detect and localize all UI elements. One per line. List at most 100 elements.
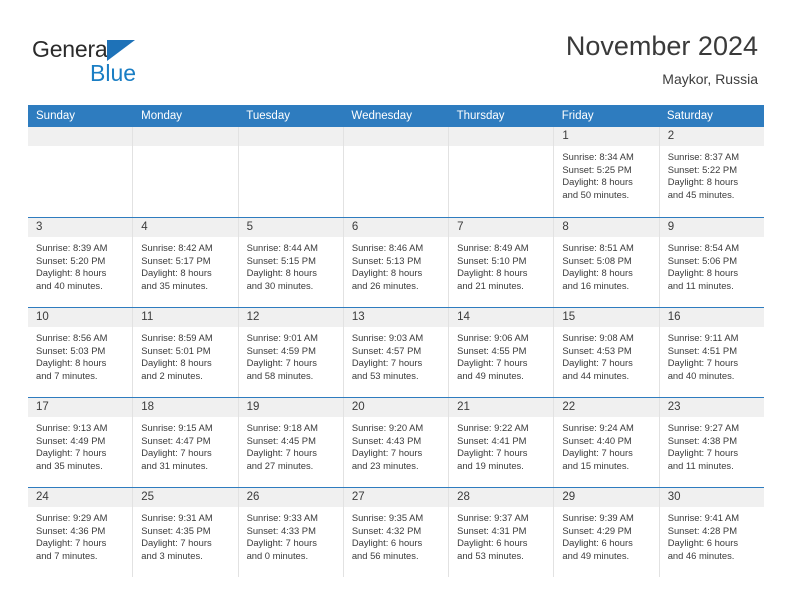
day-sun-info: Sunrise: 9:27 AM Sunset: 4:38 PM Daylight:… <box>660 417 764 472</box>
day-daylight-line1-text: Daylight: 7 hours <box>141 447 212 459</box>
day-sun-info: Sunrise: 8:34 AM Sunset: 5:25 PM Daylight:… <box>554 146 658 201</box>
day-daylight-line1-text: Daylight: 7 hours <box>351 357 423 369</box>
day-cell[interactable]: 6 Sunrise: 8:46 AM Sunset: 5:13 PM Daylight… <box>343 218 450 307</box>
day-cell[interactable]: 9 Sunrise: 8:54 AM Sunset: 5:06 PM Daylight… <box>659 218 764 307</box>
day-cell[interactable]: 10 Sunrise: 8:56 AM Sunset: 5:03 PM Dayligh… <box>28 308 134 397</box>
day-cell[interactable]: 22 Sunrise: 9:24 AM Sunset: 4:40 PM Dayligh… <box>554 398 660 487</box>
day-sunrise-text: Sunrise: 9:06 AM <box>457 332 529 343</box>
day-daylight-line2-text: and 3 minutes. <box>141 549 203 561</box>
day-sun-info: Sunrise: 9:41 AM Sunset: 4:28 PM Daylight:… <box>660 507 764 562</box>
day-cell[interactable]: 11 Sunrise: 8:59 AM Sunset: 5:01 PM Dayligh… <box>133 308 239 397</box>
day-daylight-line2-text: and 16 minutes. <box>562 279 630 291</box>
day-cell-empty <box>238 127 344 217</box>
day-number: 4 <box>133 218 238 237</box>
day-sunrise-text: Sunrise: 9:18 AM <box>246 422 318 433</box>
day-daylight-line2-text: and 40 minutes. <box>667 369 735 381</box>
day-cell-empty <box>28 127 134 217</box>
day-daylight-line1-text: Daylight: 7 hours <box>246 447 317 459</box>
day-sunrise-text: Sunrise: 9:08 AM <box>562 332 634 343</box>
day-daylight-line1-text: Daylight: 6 hours <box>667 537 739 549</box>
day-cell[interactable]: 21 Sunrise: 9:22 AM Sunset: 4:41 PM Dayligh… <box>449 398 555 487</box>
day-daylight-line2-text: and 11 minutes. <box>667 459 734 471</box>
day-sun-info: Sunrise: 9:08 AM Sunset: 4:53 PM Daylight:… <box>554 327 658 382</box>
day-cell[interactable]: 15 Sunrise: 9:08 AM Sunset: 4:53 PM Dayligh… <box>554 308 660 397</box>
day-sunset-text: Sunset: 4:41 PM <box>457 434 527 446</box>
day-cell[interactable]: 7 Sunrise: 8:49 AM Sunset: 5:10 PM Daylight… <box>449 218 555 307</box>
calendar-page: General Blue November 2024 Maykor, Russi… <box>0 0 792 612</box>
calendar-week-row: 24 Sunrise: 9:29 AM Sunset: 4:36 PM Dayligh… <box>28 487 764 577</box>
day-cell[interactable]: 1 Sunrise: 8:34 AM Sunset: 5:25 PM Daylight… <box>554 127 660 217</box>
day-sun-info: Sunrise: 8:59 AM Sunset: 5:01 PM Daylight:… <box>133 327 237 382</box>
day-cell[interactable]: 19 Sunrise: 9:18 AM Sunset: 4:45 PM Dayligh… <box>238 398 344 487</box>
day-cell[interactable]: 30 Sunrise: 9:41 AM Sunset: 4:28 PM Dayligh… <box>659 488 764 577</box>
day-daylight-line2-text: and 19 minutes. <box>457 459 524 471</box>
day-sunset-text: Sunset: 4:31 PM <box>457 524 527 536</box>
day-cell[interactable]: 3 Sunrise: 8:39 AM Sunset: 5:20 PM Daylight… <box>28 218 134 307</box>
day-sunrise-text: Sunrise: 9:27 AM <box>667 422 740 433</box>
day-number: 6 <box>343 218 449 237</box>
general-blue-logo[interactable]: General Blue <box>32 36 232 92</box>
day-cell[interactable]: 20 Sunrise: 9:20 AM Sunset: 4:43 PM Dayligh… <box>343 398 450 487</box>
day-cell[interactable]: 18 Sunrise: 9:15 AM Sunset: 4:47 PM Dayligh… <box>133 398 239 487</box>
day-cell[interactable]: 8 Sunrise: 8:51 AM Sunset: 5:08 PM Daylight… <box>554 218 660 307</box>
day-daylight-line1-text: Daylight: 8 hours <box>36 357 107 369</box>
day-sun-info: Sunrise: 9:29 AM Sunset: 4:36 PM Daylight:… <box>28 507 132 562</box>
calendar-grid: Sunday Monday Tuesday Wednesday Thursday Frid… <box>28 105 764 577</box>
day-sunrise-text: Sunrise: 9:29 AM <box>36 512 108 523</box>
day-sunset-text: Sunset: 4:33 PM <box>246 524 316 536</box>
day-sunrise-text: Sunrise: 9:03 AM <box>351 332 424 343</box>
day-daylight-line2-text: and 2 minutes. <box>141 369 203 381</box>
day-daylight-line2-text: and 23 minutes. <box>351 459 419 471</box>
day-cell[interactable]: 24 Sunrise: 9:29 AM Sunset: 4:36 PM Dayligh… <box>28 488 134 577</box>
calendar-week-row: 3 Sunrise: 8:39 AM Sunset: 5:20 PM Daylight… <box>28 217 764 307</box>
day-daylight-line1-text: Daylight: 8 hours <box>457 267 528 279</box>
day-sunrise-text: Sunrise: 9:37 AM <box>457 512 529 523</box>
day-sun-info: Sunrise: 8:49 AM Sunset: 5:10 PM Daylight:… <box>449 237 553 292</box>
day-cell[interactable]: 29 Sunrise: 9:39 AM Sunset: 4:29 PM Dayligh… <box>554 488 660 577</box>
day-sun-info: Sunrise: 8:54 AM Sunset: 5:06 PM Daylight:… <box>660 237 764 292</box>
day-daylight-line2-text: and 49 minutes. <box>457 369 524 381</box>
day-daylight-line1-text: Daylight: 8 hours <box>667 267 739 279</box>
day-daylight-line2-text: and 40 minutes. <box>36 279 103 291</box>
day-daylight-line1-text: Daylight: 7 hours <box>562 447 633 459</box>
day-number: 16 <box>659 308 764 327</box>
day-sunrise-text: Sunrise: 9:11 AM <box>667 332 739 343</box>
day-cell[interactable]: 13 Sunrise: 9:03 AM Sunset: 4:57 PM Dayligh… <box>343 308 450 397</box>
day-number: 8 <box>554 218 659 237</box>
day-cell[interactable]: 2 Sunrise: 8:37 AM Sunset: 5:22 PM Daylight… <box>659 127 764 217</box>
day-sun-info: Sunrise: 9:20 AM Sunset: 4:43 PM Daylight:… <box>344 417 448 472</box>
page-subtitle: Maykor, Russia <box>662 71 758 87</box>
day-cell[interactable]: 23 Sunrise: 9:27 AM Sunset: 4:38 PM Dayligh… <box>659 398 764 487</box>
day-sunset-text: Sunset: 4:53 PM <box>562 344 632 356</box>
day-sunset-text: Sunset: 4:51 PM <box>667 344 737 356</box>
day-number <box>28 127 133 146</box>
day-sunset-text: Sunset: 4:45 PM <box>246 434 316 446</box>
day-daylight-line1-text: Daylight: 7 hours <box>36 537 107 549</box>
day-sun-info: Sunrise: 9:03 AM Sunset: 4:57 PM Daylight:… <box>344 327 448 382</box>
day-sunrise-text: Sunrise: 9:22 AM <box>457 422 529 433</box>
day-sunrise-text: Sunrise: 9:41 AM <box>667 512 740 523</box>
day-sunrise-text: Sunrise: 8:49 AM <box>457 242 529 253</box>
day-cell[interactable]: 12 Sunrise: 9:01 AM Sunset: 4:59 PM Dayligh… <box>238 308 344 397</box>
day-cell[interactable]: 27 Sunrise: 9:35 AM Sunset: 4:32 PM Dayligh… <box>343 488 450 577</box>
day-daylight-line1-text: Daylight: 6 hours <box>351 537 423 549</box>
day-cell[interactable]: 14 Sunrise: 9:06 AM Sunset: 4:55 PM Dayligh… <box>449 308 555 397</box>
calendar-week-row: 1 Sunrise: 8:34 AM Sunset: 5:25 PM Daylight… <box>28 127 764 217</box>
day-sunrise-text: Sunrise: 8:34 AM <box>562 151 634 162</box>
day-cell[interactable]: 5 Sunrise: 8:44 AM Sunset: 5:15 PM Daylight… <box>238 218 344 307</box>
day-cell[interactable]: 28 Sunrise: 9:37 AM Sunset: 4:31 PM Dayligh… <box>449 488 555 577</box>
day-cell[interactable]: 17 Sunrise: 9:13 AM Sunset: 4:49 PM Dayligh… <box>28 398 134 487</box>
day-daylight-line2-text: and 27 minutes. <box>246 459 314 471</box>
day-cell[interactable]: 4 Sunrise: 8:42 AM Sunset: 5:17 PM Daylight… <box>133 218 239 307</box>
day-cell[interactable]: 26 Sunrise: 9:33 AM Sunset: 4:33 PM Dayligh… <box>238 488 344 577</box>
weekday-header-saturday: Saturday <box>666 110 713 122</box>
day-cell[interactable]: 25 Sunrise: 9:31 AM Sunset: 4:35 PM Dayligh… <box>133 488 239 577</box>
day-daylight-line2-text: and 46 minutes. <box>667 549 735 561</box>
day-daylight-line1-text: Daylight: 8 hours <box>36 267 107 279</box>
day-daylight-line2-text: and 50 minutes. <box>562 188 630 200</box>
day-sunrise-text: Sunrise: 8:37 AM <box>667 151 740 162</box>
day-sunrise-text: Sunrise: 8:56 AM <box>36 332 108 343</box>
day-cell[interactable]: 16 Sunrise: 9:11 AM Sunset: 4:51 PM Dayligh… <box>659 308 764 397</box>
day-sun-info: Sunrise: 8:46 AM Sunset: 5:13 PM Daylight:… <box>344 237 448 292</box>
day-number: 5 <box>238 218 343 237</box>
